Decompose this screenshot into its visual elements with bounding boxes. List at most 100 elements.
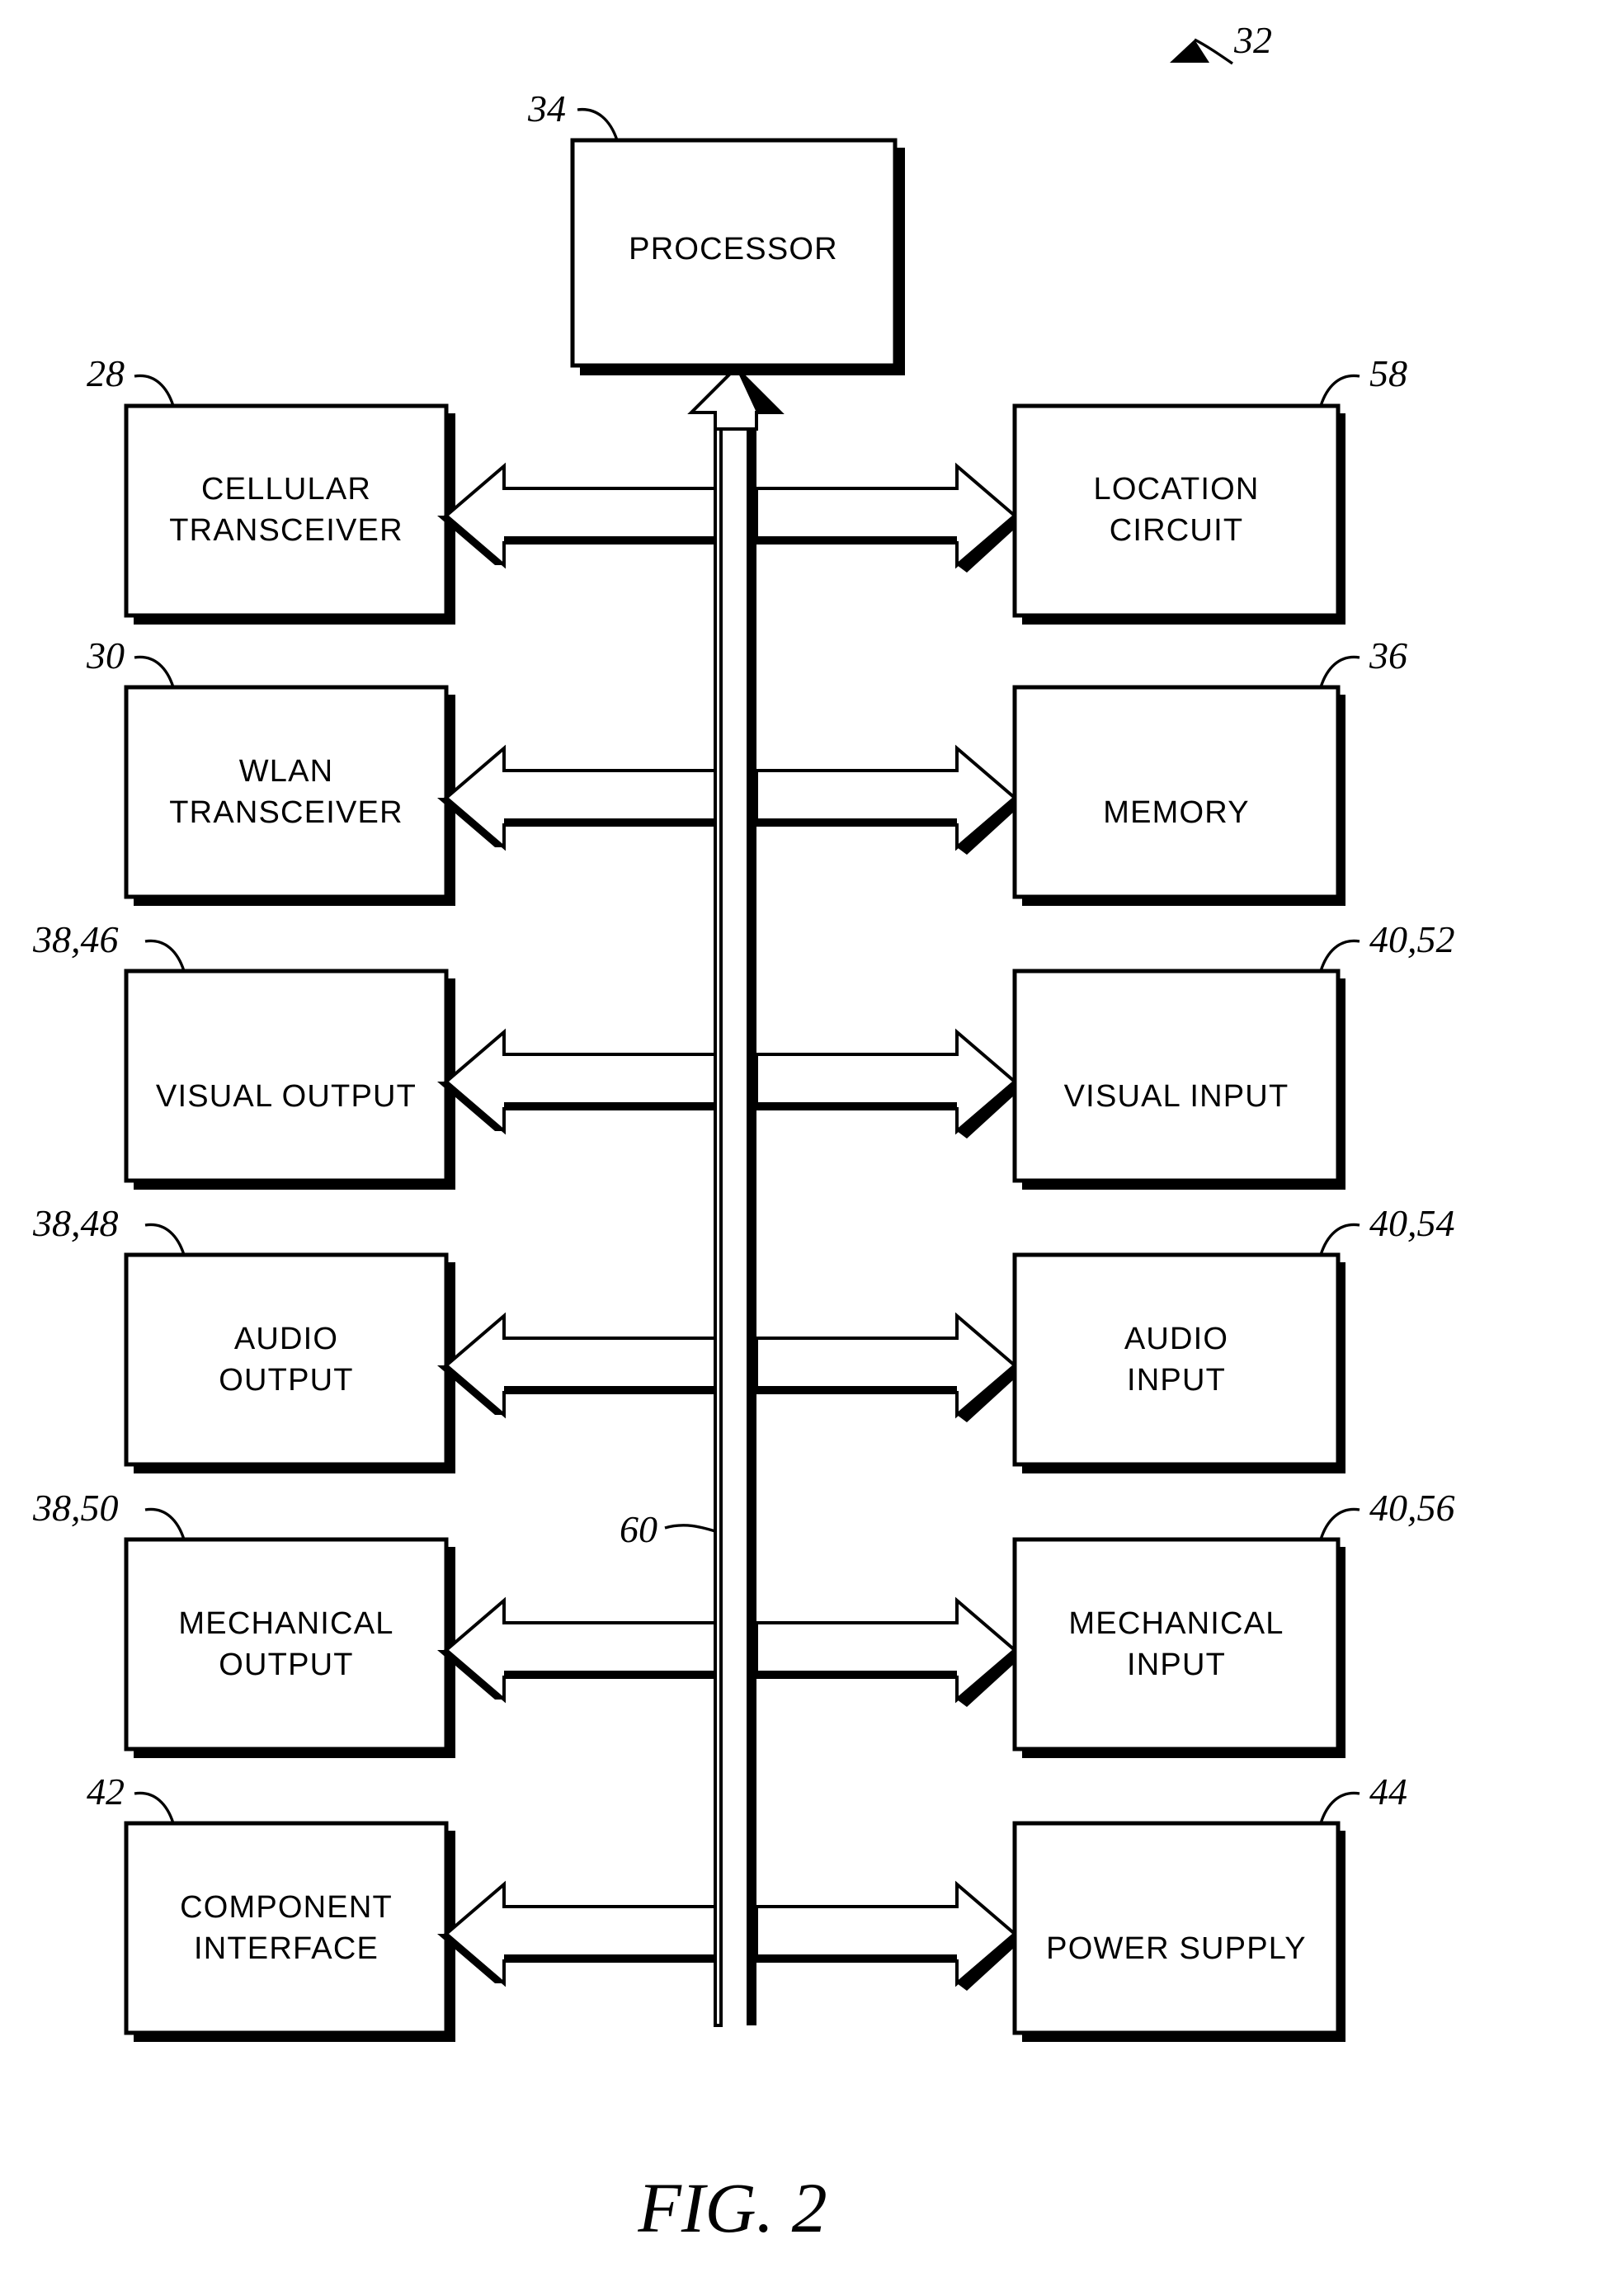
bus-arrow-right-5 [755,1596,1025,1707]
memory-box [1012,685,1341,899]
processor-leader-line [577,107,619,141]
right-arrow-1-shadow-h [756,536,957,543]
power-supply-leader-line [1319,1791,1360,1824]
mechanical-input-ref-number: 40,56 [1369,1487,1455,1529]
mechanical-output-box [124,1537,449,1751]
mechanical-output-label-line2: OUTPUT [219,1648,353,1682]
right-arrow-4-shadow-h [756,1386,957,1393]
block-wlan-transceiver[interactable]: WLAN TRANSCEIVER 30 [86,634,455,906]
block-mechanical-input[interactable]: MECHANICAL INPUT 40,56 [1012,1487,1455,1758]
audio-input-label-line2: INPUT [1127,1363,1226,1398]
component-interface-leader-line [134,1791,175,1824]
cellular-box [124,403,449,618]
system-ref-number: 32 [1233,19,1272,61]
cellular-label-line2: TRANSCEIVER [169,513,403,548]
right-arrow-3-shadow-h [756,1102,957,1109]
left-arrow-2-shadow-h [504,818,715,825]
audio-output-label-line1: AUDIO [234,1322,338,1356]
patent-figure: 32 60 PROCESSOR 34 CELLULAR TRANSCEIVER … [0,0,1607,2296]
power-supply-ref-number: 44 [1369,1770,1407,1813]
memory-leader-line [1319,655,1360,688]
row-5: MECHANICAL OUTPUT 38,50 MECHANICAL INPUT… [32,1487,1455,1758]
mechanical-output-ref-number: 38,50 [32,1487,119,1529]
location-box [1012,403,1341,618]
block-mechanical-output[interactable]: MECHANICAL OUTPUT 38,50 [32,1487,455,1758]
bus-arrow-left-2 [437,744,717,851]
audio-input-label-line1: AUDIO [1124,1322,1228,1356]
mechanical-output-label-line1: MECHANICAL [178,1606,394,1641]
bus-arrow-right-3 [755,1028,1025,1139]
location-label-line1: LOCATION [1093,472,1259,507]
bus-processor-arrowhead [687,365,785,431]
audio-output-label-line2: OUTPUT [219,1363,353,1398]
block-cellular-transceiver[interactable]: CELLULAR TRANSCEIVER 28 [87,352,455,625]
location-ref-number: 58 [1369,352,1407,394]
right-arrow-5-shadow-h [756,1671,957,1677]
wlan-ref-number: 30 [86,634,125,677]
component-interface-label-line1: COMPONENT [180,1890,393,1925]
wlan-label-line2: TRANSCEIVER [169,795,403,830]
bus-arrow-right-6 [755,1880,1025,1991]
cellular-leader-line [134,374,175,407]
visual-output-ref-number: 38,46 [32,918,119,960]
row-3: VISUAL OUTPUT 38,46 VISUAL INPUT 40,52 [32,918,1455,1190]
bus-ref-number: 60 [620,1508,657,1550]
visual-output-label-line1: VISUAL OUTPUT [156,1079,417,1114]
right-arrow-6-shadow-h [756,1954,957,1961]
component-interface-box [124,1821,449,2035]
bus-left-rail [714,408,723,2027]
block-audio-output[interactable]: AUDIO OUTPUT 38,48 [32,1202,455,1473]
bus-arrow-left-6 [437,1880,717,1987]
block-memory[interactable]: MEMORY 36 [1012,634,1407,906]
wlan-label-line1: WLAN [239,754,334,789]
block-audio-input[interactable]: AUDIO INPUT 40,54 [1012,1202,1455,1473]
bus-arrow-left-1 [437,462,717,569]
audio-output-box [124,1252,449,1467]
visual-output-box [124,969,449,1183]
figure-caption: FIG. 2 [637,2168,827,2247]
visual-input-ref-number: 40,52 [1369,918,1455,960]
component-interface-ref-number: 42 [87,1770,125,1813]
left-arrow-6-shadow-h [504,1954,715,1961]
memory-ref-number: 36 [1369,634,1407,677]
audio-input-box [1012,1252,1341,1467]
visual-input-box [1012,969,1341,1183]
system-ref-callout: 32 [1170,19,1272,65]
power-supply-label-line1: POWER SUPPLY [1046,1931,1307,1966]
mechanical-input-label-line1: MECHANICAL [1068,1606,1284,1641]
right-arrow-2-shadow-h [756,818,957,825]
bus-arrow-left-3 [437,1028,717,1135]
mechanical-input-leader-line [1319,1507,1360,1540]
visual-output-leader-line [144,939,186,972]
mechanical-input-label-line2: INPUT [1127,1648,1226,1682]
cellular-label-line1: CELLULAR [201,472,371,507]
mechanical-input-box [1012,1537,1341,1751]
processor-ref-number: 34 [527,87,566,130]
block-visual-input[interactable]: VISUAL INPUT 40,52 [1012,918,1455,1190]
left-arrow-4-shadow-h [504,1386,715,1393]
wlan-box [124,685,449,899]
audio-output-leader-line [144,1223,186,1256]
block-location-circuit[interactable]: LOCATION CIRCUIT 58 [1012,352,1407,625]
bus-right-rail [747,410,756,2025]
left-arrow-3-shadow-h [504,1102,715,1109]
bus-arrow-left-4 [437,1312,717,1419]
central-bus: 60 [620,365,785,2027]
left-arrow-1-shadow-h [504,536,715,543]
block-component-interface[interactable]: COMPONENT INTERFACE 42 [87,1770,455,2042]
audio-output-ref-number: 38,48 [32,1202,119,1244]
cellular-ref-number: 28 [87,352,125,394]
audio-input-leader-line [1319,1223,1360,1256]
bus-arrow-right-2 [755,744,1025,855]
audio-input-ref-number: 40,54 [1369,1202,1455,1244]
location-leader-line [1319,374,1360,407]
bus-arrow-right-1 [755,462,1025,573]
block-processor[interactable]: PROCESSOR 34 [527,87,905,375]
block-power-supply[interactable]: POWER SUPPLY 44 [1012,1770,1407,2042]
component-interface-label-line2: INTERFACE [194,1931,379,1966]
block-visual-output[interactable]: VISUAL OUTPUT 38,46 [32,918,455,1190]
processor-label: PROCESSOR [629,232,838,266]
bus-leader-line [664,1524,716,1533]
visual-input-label-line1: VISUAL INPUT [1064,1079,1289,1114]
wlan-leader-line [134,655,175,688]
